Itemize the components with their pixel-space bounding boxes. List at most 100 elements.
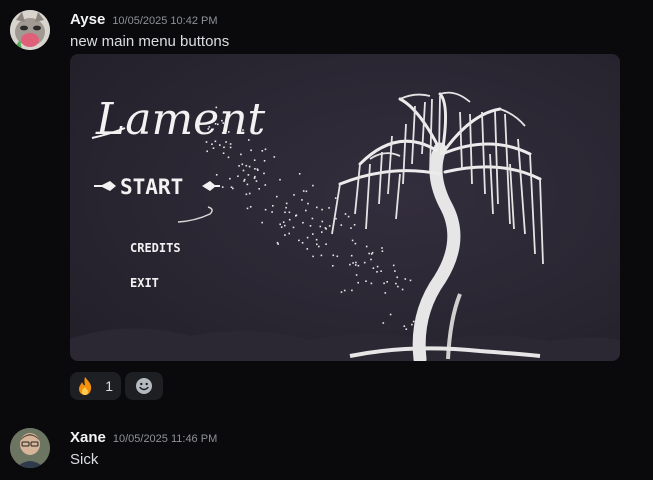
particle [354, 242, 357, 245]
particle [293, 194, 295, 196]
particle [282, 221, 285, 223]
user-avatar[interactable] [10, 428, 50, 468]
particle [272, 205, 274, 207]
particle [357, 264, 360, 267]
particle [353, 224, 356, 226]
particle [301, 242, 304, 244]
particle [224, 131, 227, 134]
particle [245, 164, 248, 167]
cat-avatar-icon [10, 10, 50, 50]
particle [340, 224, 343, 226]
username[interactable]: Ayse [70, 11, 105, 28]
particle [214, 123, 217, 125]
message-text: new main menu buttons [70, 33, 230, 50]
particle [347, 215, 350, 218]
particle [381, 250, 384, 252]
particle [279, 223, 281, 226]
username[interactable]: Xane [70, 429, 106, 446]
particle [221, 186, 224, 188]
particle [206, 150, 208, 153]
particle [227, 116, 229, 119]
particle [219, 144, 221, 146]
particle [224, 125, 227, 127]
smiley-add-icon [136, 378, 152, 394]
particle [257, 169, 259, 171]
particle [280, 226, 283, 228]
particle [242, 169, 245, 172]
particle [277, 243, 279, 245]
message-header: Ayse 10/05/2025 10:42 PM [70, 11, 218, 28]
particle [223, 146, 225, 149]
user-avatar[interactable] [10, 10, 50, 50]
particle [212, 147, 215, 149]
particle [264, 184, 267, 186]
particle [285, 202, 288, 205]
particle [380, 270, 382, 272]
reaction-fire[interactable]: 1 [70, 372, 121, 400]
particle [261, 150, 264, 152]
particle [237, 175, 239, 177]
particle [396, 276, 398, 279]
particle [319, 225, 322, 228]
particle [412, 320, 415, 323]
particle [246, 183, 249, 186]
menu-exit-option[interactable]: EXIT [130, 276, 159, 290]
game-title: Lament [95, 94, 266, 145]
particle [305, 190, 308, 193]
particle [302, 221, 304, 224]
particle [371, 251, 374, 254]
particle [351, 239, 354, 242]
particle [370, 282, 373, 285]
particle [343, 289, 346, 292]
particle [334, 197, 337, 199]
fire-icon [79, 377, 92, 395]
add-reaction-button[interactable] [125, 372, 163, 400]
particle [248, 192, 251, 195]
particle [209, 131, 212, 133]
particle [217, 123, 219, 126]
particle [207, 128, 210, 130]
particle [336, 255, 339, 258]
particle [284, 234, 286, 236]
particle [305, 209, 307, 212]
particle [229, 143, 232, 145]
particle [320, 254, 323, 257]
particle [350, 227, 352, 229]
particle [321, 208, 323, 211]
particle [395, 282, 397, 285]
particle [301, 199, 303, 201]
particle [208, 126, 211, 128]
particle [397, 285, 399, 288]
particle [263, 172, 265, 175]
particle [383, 282, 385, 285]
particle [350, 254, 353, 257]
particle [354, 264, 357, 266]
particle [403, 325, 406, 327]
particle [381, 247, 383, 249]
particle [321, 220, 324, 223]
particle [328, 225, 331, 227]
particle [365, 280, 367, 282]
particle [365, 245, 368, 248]
particle [225, 141, 227, 143]
particle [279, 178, 281, 181]
person-avatar-icon [10, 428, 50, 468]
menu-credits-option[interactable]: CREDITS [130, 241, 181, 255]
particle [288, 218, 291, 221]
particle [271, 211, 273, 213]
particle [298, 239, 300, 242]
timestamp: 10/05/2025 10:42 PM [112, 15, 218, 27]
particle [340, 291, 343, 293]
particle [242, 129, 244, 131]
particle [302, 190, 305, 192]
particle [245, 193, 248, 196]
image-attachment[interactable]: Lament START CREDITS EXIT [70, 54, 620, 361]
particle [355, 274, 358, 276]
particle [312, 233, 314, 235]
particle [221, 119, 223, 122]
message-xane: Xane 10/05/2025 11:46 PM Sick [0, 418, 653, 478]
particle [284, 224, 286, 227]
particle [332, 265, 334, 267]
particle [292, 226, 295, 229]
particle [318, 245, 320, 248]
